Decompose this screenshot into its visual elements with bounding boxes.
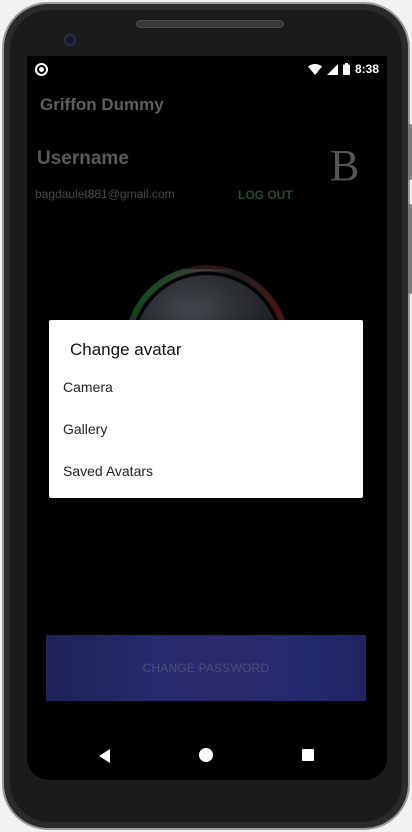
notification-icon — [35, 63, 48, 76]
username-label: Username — [37, 148, 129, 169]
status-icons: 8:38 — [307, 62, 379, 76]
status-time: 8:38 — [354, 62, 379, 76]
dialog-item-label: Gallery — [63, 421, 108, 437]
dialog-item-saved-avatars[interactable]: Saved Avatars — [49, 450, 363, 492]
back-icon[interactable] — [99, 749, 110, 763]
change-password-label: CHANGE PASSWORD — [142, 661, 270, 675]
volume-button — [408, 204, 412, 294]
dialog-item-gallery[interactable]: Gallery — [49, 408, 363, 450]
front-camera — [64, 34, 76, 46]
recent-apps-icon[interactable] — [302, 749, 314, 761]
email-label: bagdaulet881@gmail.com — [35, 187, 175, 201]
app-title: Griffon Dummy — [40, 95, 164, 114]
wifi-icon — [307, 63, 322, 75]
battery-icon — [342, 63, 350, 75]
dialog-title: Change avatar — [70, 340, 182, 359]
power-button — [408, 124, 412, 180]
navigation-bar — [27, 732, 387, 780]
dialog-item-label: Camera — [63, 379, 113, 395]
logout-button[interactable]: LOG OUT — [238, 188, 293, 202]
initial-letter: B — [330, 141, 360, 190]
speaker-grille — [136, 20, 284, 28]
home-icon[interactable] — [199, 748, 213, 762]
screen: 8:38 Griffon Dummy Username bagdaulet881… — [27, 56, 387, 780]
change-avatar-dialog: Change avatar Camera Gallery Saved Avata… — [49, 320, 363, 498]
status-bar: 8:38 — [27, 56, 387, 84]
change-password-button[interactable]: CHANGE PASSWORD — [46, 635, 366, 701]
dialog-item-camera[interactable]: Camera — [49, 366, 363, 408]
signal-icon — [326, 63, 338, 75]
dialog-item-label: Saved Avatars — [63, 463, 154, 479]
